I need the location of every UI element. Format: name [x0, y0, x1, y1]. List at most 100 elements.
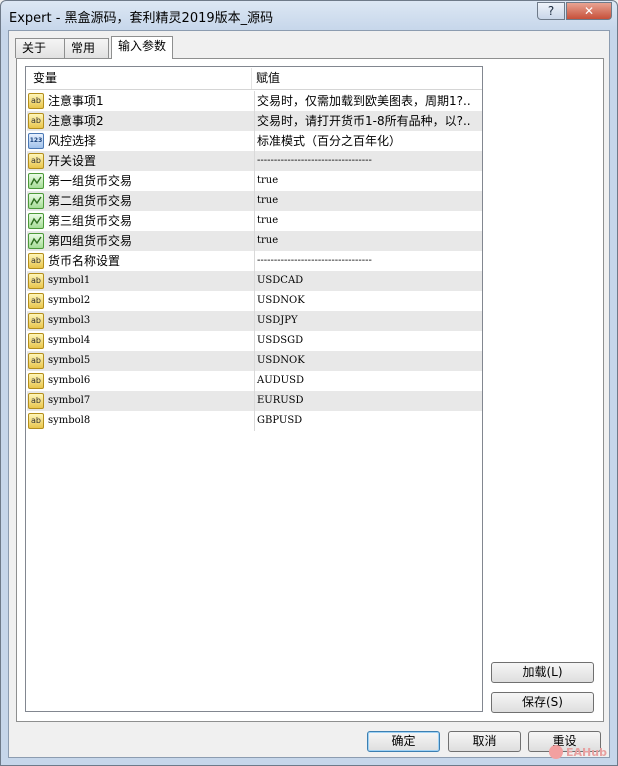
variable-cell[interactable]: ab 注意事项1 [27, 91, 255, 111]
value-cell[interactable]: USDSGD [255, 331, 482, 351]
variable-cell[interactable]: ab 注意事项2 [27, 111, 255, 131]
variable-name: 风控选择 [48, 134, 97, 148]
bool-icon [28, 173, 44, 189]
eahub-watermark: EAHub [549, 742, 613, 762]
ab-icon: ab [28, 373, 44, 389]
variable-cell[interactable]: ab symbol2 [27, 291, 255, 311]
variable-name: symbol7 [48, 395, 91, 406]
value-cell[interactable]: true [255, 191, 482, 211]
tab-about[interactable]: 关于 [15, 38, 65, 58]
ab-icon: ab [28, 353, 44, 369]
tab-common[interactable]: 常用 [64, 38, 109, 58]
value-cell[interactable]: USDCAD [255, 271, 482, 291]
variable-cell[interactable]: ab symbol7 [27, 391, 255, 411]
variable-name: 第四组货币交易 [48, 234, 133, 248]
close-button[interactable]: ✕ [566, 2, 612, 20]
table-row[interactable]: 123 风控选择 标准模式（百分之百年化） [27, 131, 482, 151]
ab-icon: ab [28, 293, 44, 309]
window-title: Expert - 黑盒源码，套利精灵2019版本_源码 [9, 11, 274, 26]
value-cell[interactable]: USDJPY [255, 311, 482, 331]
ab-icon: ab [28, 393, 44, 409]
variable-name: symbol6 [48, 375, 91, 386]
ab-icon: ab [28, 93, 44, 109]
table-row[interactable]: ab symbol3 USDJPY [27, 311, 482, 331]
table-row[interactable]: ab symbol2 USDNOK [27, 291, 482, 311]
variable-cell[interactable]: 123 风控选择 [27, 131, 255, 151]
column-header-value[interactable]: 赋值 [252, 68, 482, 89]
save-button[interactable]: 保存(S) [491, 692, 594, 713]
variable-cell[interactable]: ab symbol5 [27, 351, 255, 371]
variable-cell[interactable]: 第二组货币交易 [27, 191, 255, 211]
load-button[interactable]: 加载(L) [491, 662, 594, 683]
variable-cell[interactable]: ab symbol6 [27, 371, 255, 391]
variable-name: symbol2 [48, 295, 91, 306]
value-cell[interactable]: 标准模式（百分之百年化） [255, 131, 482, 151]
table-row[interactable]: ab 货币名称设置 --------------------------------… [27, 251, 482, 271]
ab-icon: ab [28, 333, 44, 349]
variable-name: symbol1 [48, 275, 91, 286]
table-row[interactable]: ab symbol4 USDSGD [27, 331, 482, 351]
table-row[interactable]: ab 开关设置 ---------------------------------- [27, 151, 482, 171]
table-row[interactable]: 第三组货币交易 true [27, 211, 482, 231]
table-row[interactable]: 第二组货币交易 true [27, 191, 482, 211]
variable-name: 开关设置 [48, 154, 97, 168]
table-row[interactable]: ab symbol5 USDNOK [27, 351, 482, 371]
ab-icon: ab [28, 253, 44, 269]
variable-cell[interactable]: ab symbol1 [27, 271, 255, 291]
variable-name: 货币名称设置 [48, 254, 121, 268]
variable-name: 第二组货币交易 [48, 194, 133, 208]
bool-icon [28, 193, 44, 209]
table-row[interactable]: ab 注意事项2 交易时，请打开货币1-8所有品种，以?.. [27, 111, 482, 131]
value-cell[interactable]: USDNOK [255, 351, 482, 371]
variable-cell[interactable]: ab symbol8 [27, 411, 255, 431]
ab-icon: ab [28, 273, 44, 289]
table-row[interactable]: ab symbol8 GBPUSD [27, 411, 482, 431]
variable-cell[interactable]: 第三组货币交易 [27, 211, 255, 231]
grid-rows: ab 注意事项1 交易时，仅需加载到欧美图表，周期1?.. ab 注意事项2 交易时，请打… [27, 91, 482, 431]
variable-name: 注意事项1 [48, 94, 104, 108]
column-header-variable[interactable]: 变量 [27, 68, 252, 89]
tab-inputs[interactable]: 输入参数 [111, 36, 173, 59]
variable-name: 第一组货币交易 [48, 174, 133, 188]
value-cell[interactable]: 交易时，请打开货币1-8所有品种，以?.. [255, 111, 482, 131]
table-row[interactable]: 第四组货币交易 true [27, 231, 482, 251]
help-button[interactable]: ? [537, 2, 565, 20]
ok-button[interactable]: 确定 [367, 731, 440, 752]
value-cell[interactable]: AUDUSD [255, 371, 482, 391]
value-cell[interactable]: true [255, 211, 482, 231]
variable-cell[interactable]: ab symbol4 [27, 331, 255, 351]
ab-icon: ab [28, 413, 44, 429]
table-row[interactable]: ab 注意事项1 交易时，仅需加载到欧美图表，周期1?.. [27, 91, 482, 111]
variable-name: symbol4 [48, 335, 91, 346]
variable-cell[interactable]: 第四组货币交易 [27, 231, 255, 251]
table-row[interactable]: ab symbol1 USDCAD [27, 271, 482, 291]
watermark-text: EAHub [566, 745, 607, 759]
variable-cell[interactable]: ab 货币名称设置 [27, 251, 255, 271]
value-cell[interactable]: ---------------------------------- [255, 151, 482, 171]
value-cell[interactable]: true [255, 231, 482, 251]
ab-icon: ab [28, 113, 44, 129]
grid-header: 变量 赋值 [27, 68, 482, 90]
123-icon: 123 [28, 133, 44, 149]
variable-name: symbol5 [48, 355, 91, 366]
value-cell[interactable]: GBPUSD [255, 411, 482, 431]
cancel-button[interactable]: 取消 [448, 731, 521, 752]
eahub-logo-icon [549, 745, 563, 759]
variable-cell[interactable]: ab symbol3 [27, 311, 255, 331]
ab-icon: ab [28, 313, 44, 329]
variable-cell[interactable]: ab 开关设置 [27, 151, 255, 171]
ab-icon: ab [28, 153, 44, 169]
table-row[interactable]: 第一组货币交易 true [27, 171, 482, 191]
variable-name: 注意事项2 [48, 114, 104, 128]
table-row[interactable]: ab symbol7 EURUSD [27, 391, 482, 411]
value-cell[interactable]: EURUSD [255, 391, 482, 411]
bool-icon [28, 213, 44, 229]
table-row[interactable]: ab symbol6 AUDUSD [27, 371, 482, 391]
variable-name: 第三组货币交易 [48, 214, 133, 228]
value-cell[interactable]: 交易时，仅需加载到欧美图表，周期1?.. [255, 91, 482, 111]
value-cell[interactable]: ---------------------------------- [255, 251, 482, 271]
value-cell[interactable]: USDNOK [255, 291, 482, 311]
variable-cell[interactable]: 第一组货币交易 [27, 171, 255, 191]
variable-name: symbol3 [48, 315, 91, 326]
value-cell[interactable]: true [255, 171, 482, 191]
